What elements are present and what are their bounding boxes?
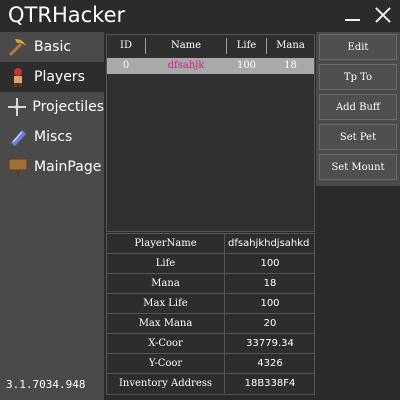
edit-button[interactable]: Edit: [319, 34, 397, 60]
details-value[interactable]: 18B338F4: [226, 374, 314, 393]
players-table[interactable]: ID Name Life Mana 0 dfsahjk 100 18: [106, 34, 315, 232]
set-pet-button[interactable]: Set Pet: [319, 124, 397, 150]
sidebar-item-projectiles[interactable]: Projectiles: [0, 92, 104, 122]
details-row: Life 100: [107, 254, 314, 274]
details-row: X-Coor 33779.34: [107, 334, 314, 354]
column-header-mana[interactable]: Mana: [267, 40, 314, 51]
pickaxe-icon: [5, 34, 31, 60]
action-panel: Edit Tp To Add Buff Set Pet Set Mount: [316, 32, 400, 186]
table-header: ID Name Life Mana: [107, 35, 314, 57]
title-bar: QTRHacker: [0, 0, 400, 32]
details-label: Mana: [107, 274, 225, 293]
details-row: Y-Coor 4326: [107, 354, 314, 374]
sidebar-item-label: Projectiles: [32, 99, 104, 115]
cell-mana: 18: [284, 60, 297, 71]
details-value[interactable]: 33779.34: [226, 334, 314, 353]
details-value[interactable]: 20: [226, 314, 314, 333]
details-row: Max Life 100: [107, 294, 314, 314]
set-mount-button[interactable]: Set Mount: [319, 154, 397, 180]
details-label: Y-Coor: [107, 354, 225, 373]
crosshair-icon: [5, 94, 29, 120]
sign-icon: [5, 154, 31, 180]
player-details-table: PlayerName dfsahjkhdjsahkd Life 100 Mana…: [106, 233, 315, 395]
details-label: Inventory Address: [107, 374, 225, 393]
details-label: Max Life: [107, 294, 225, 313]
column-header-life[interactable]: Life: [227, 40, 266, 51]
close-icon[interactable]: [372, 4, 394, 26]
details-label: X-Coor: [107, 334, 225, 353]
player-icon: [5, 64, 31, 90]
details-row: Max Mana 20: [107, 314, 314, 334]
sidebar-item-label: MainPage: [34, 159, 102, 175]
cell-id: 0: [122, 60, 130, 71]
details-row: Mana 18: [107, 274, 314, 294]
add-buff-button[interactable]: Add Buff: [319, 94, 397, 120]
sidebar-item-players[interactable]: Players: [0, 62, 104, 92]
sidebar-item-label: Miscs: [34, 129, 73, 145]
column-header-name[interactable]: Name: [146, 40, 226, 51]
tp-to-button[interactable]: Tp To: [319, 64, 397, 90]
details-value[interactable]: 100: [226, 294, 314, 313]
details-value[interactable]: 100: [226, 254, 314, 273]
app-title: QTRHacker: [8, 3, 126, 27]
details-label: PlayerName: [107, 234, 225, 253]
details-value[interactable]: 4326: [226, 354, 314, 373]
cell-name: dfsahjk: [167, 60, 205, 71]
details-value[interactable]: 18: [226, 274, 314, 293]
sidebar-item-miscs[interactable]: Miscs: [0, 122, 104, 152]
cell-life: 100: [236, 60, 257, 71]
details-label: Life: [107, 254, 225, 273]
details-row: Inventory Address 18B338F4: [107, 374, 314, 394]
version-label: 3.1.7034.948: [6, 378, 86, 391]
details-value[interactable]: dfsahjkhdjsahkd: [226, 234, 314, 253]
sidebar-item-basic[interactable]: Basic: [0, 32, 104, 62]
sidebar: Basic Players Projectiles Miscs MainPage…: [0, 32, 104, 400]
sidebar-item-label: Basic: [34, 39, 72, 55]
table-row[interactable]: 0 dfsahjk 100 18: [107, 58, 314, 74]
scroll-icon: [5, 124, 31, 150]
sidebar-item-label: Players: [34, 69, 85, 85]
column-header-id[interactable]: ID: [107, 40, 145, 51]
details-row: PlayerName dfsahjkhdjsahkd: [107, 234, 314, 254]
sidebar-item-mainpage[interactable]: MainPage: [0, 152, 104, 182]
minimize-icon[interactable]: [342, 4, 364, 26]
details-label: Max Mana: [107, 314, 225, 333]
